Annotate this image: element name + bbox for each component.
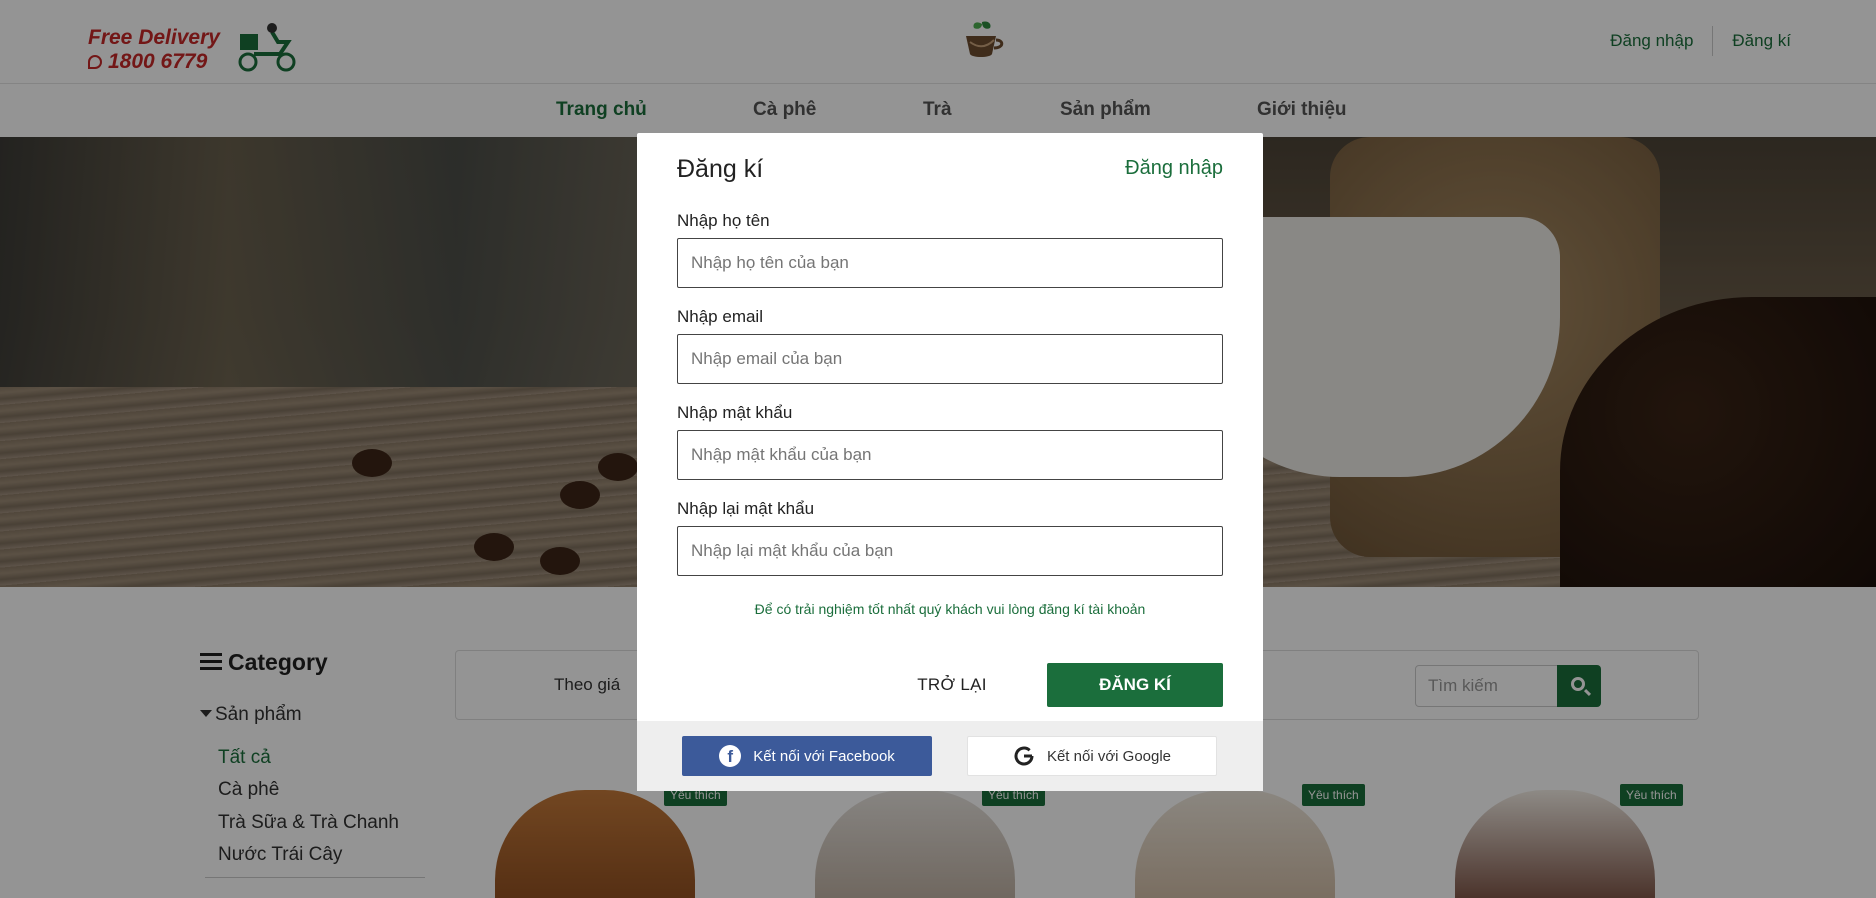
google-icon	[1014, 746, 1034, 766]
facebook-connect-label: Kết nối với Facebook	[753, 747, 895, 765]
google-connect-button[interactable]: Kết nối với Google	[967, 736, 1217, 776]
email-input[interactable]	[677, 334, 1223, 384]
modal-title: Đăng kí	[677, 155, 764, 183]
register-modal: Đăng kí Đăng nhập Nhập họ tên Nhập email…	[637, 133, 1263, 791]
confirm-password-input[interactable]	[677, 526, 1223, 576]
back-button[interactable]: TRỞ LẠI	[877, 663, 1027, 707]
google-connect-label: Kết nối với Google	[1046, 747, 1172, 765]
password-label: Nhập mật khẩu	[677, 403, 793, 422]
fullname-input[interactable]	[677, 238, 1223, 288]
facebook-connect-button[interactable]: f Kết nối với Facebook	[682, 736, 932, 776]
facebook-icon: f	[719, 745, 742, 767]
fullname-label: Nhập họ tên	[677, 211, 770, 230]
register-button[interactable]: ĐĂNG KÍ	[1047, 663, 1223, 707]
register-note: Để có trải nghiệm tốt nhất quý khách vui…	[754, 601, 1146, 617]
social-login-bar: f Kết nối với Facebook Kết nối với Googl…	[637, 721, 1263, 791]
confirm-password-label: Nhập lại mật khẩu	[677, 499, 815, 518]
password-input[interactable]	[677, 430, 1223, 480]
email-label: Nhập email	[677, 307, 763, 326]
switch-to-login-link[interactable]: Đăng nhập	[1125, 157, 1223, 180]
